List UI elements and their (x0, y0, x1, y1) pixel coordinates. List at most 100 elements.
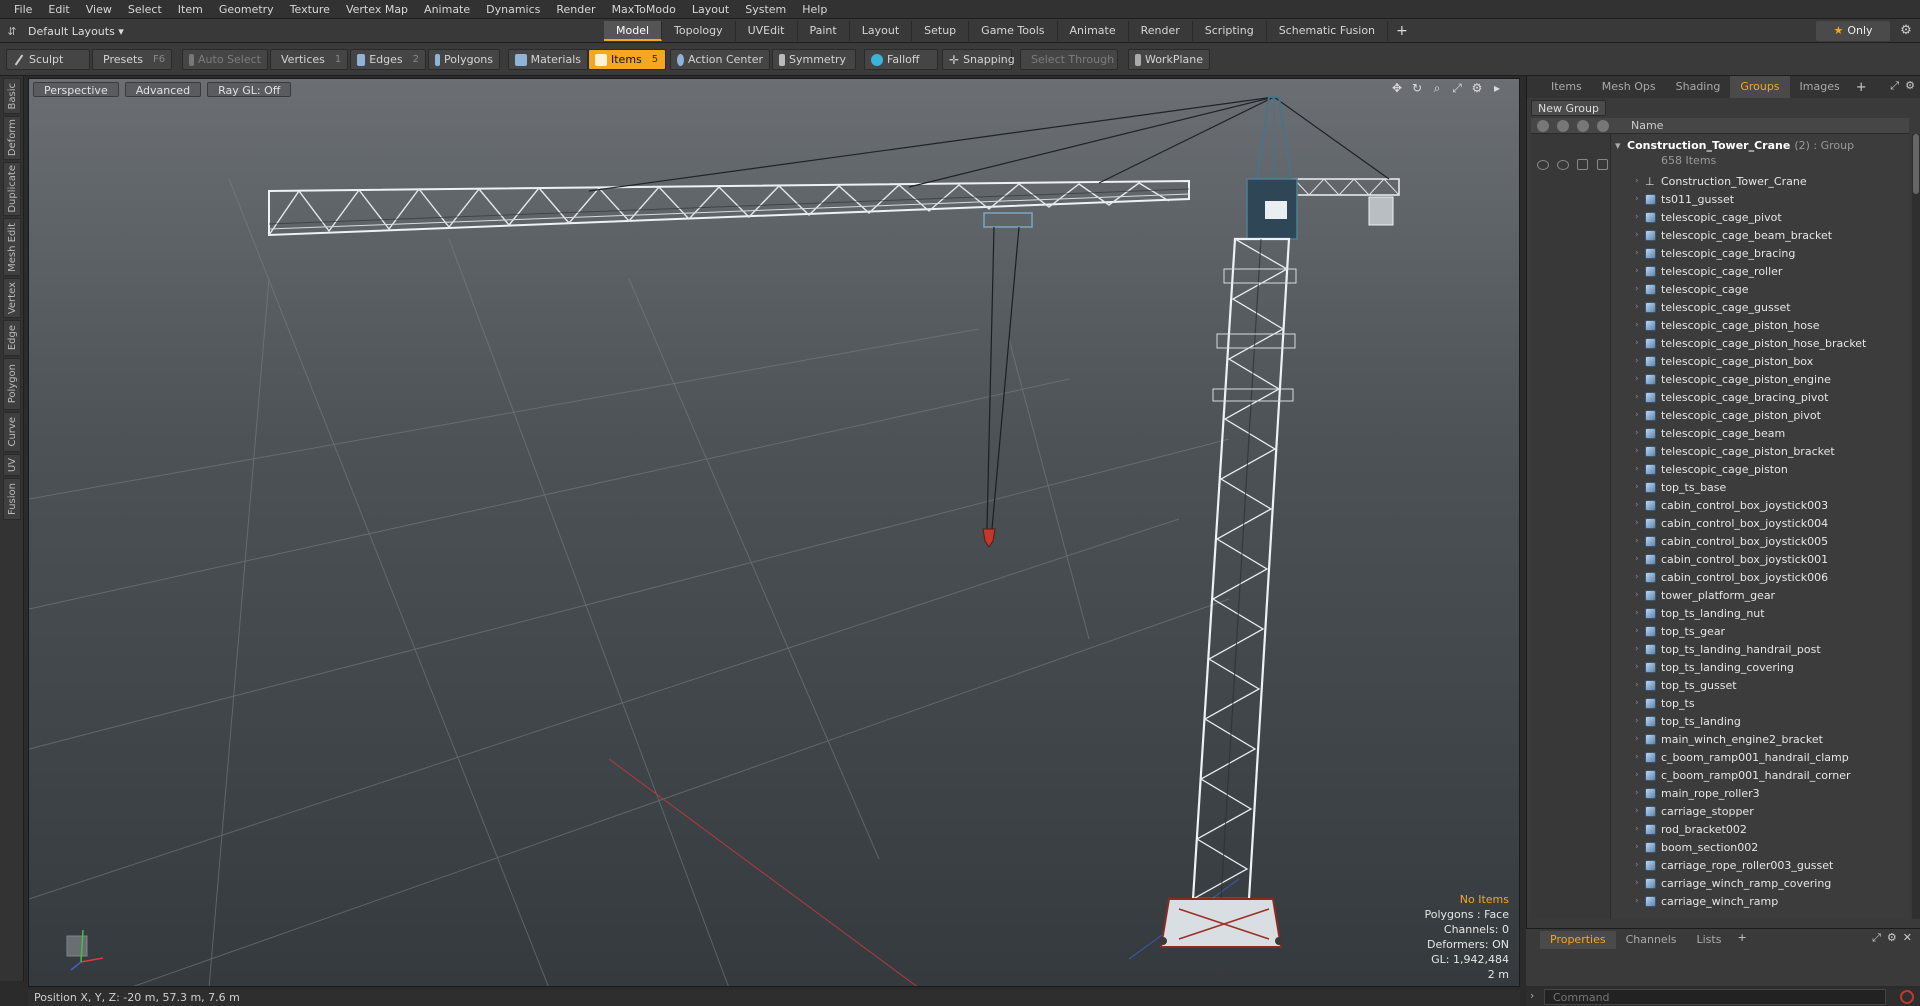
side-tab-duplicate[interactable]: Duplicate (3, 162, 21, 216)
tree-scrollbar[interactable] (1912, 134, 1920, 919)
expand-arrow-icon[interactable]: › (1635, 284, 1645, 294)
properties-tab-properties[interactable]: Properties (1540, 931, 1616, 949)
expand-arrow-icon[interactable]: › (1635, 644, 1645, 654)
side-tab-uv[interactable]: UV (3, 454, 21, 476)
expand-arrow-icon[interactable]: › (1635, 176, 1645, 186)
sculpt-button[interactable]: Sculpt (6, 49, 90, 70)
list-item[interactable]: › telescopic_cage_bracing (1635, 244, 1795, 262)
list-item[interactable]: › telescopic_cage_beam (1635, 424, 1785, 442)
menu-texture[interactable]: Texture (282, 0, 338, 19)
command-input[interactable] (1544, 989, 1886, 1005)
add-tab-icon[interactable]: + (1388, 21, 1416, 41)
list-item[interactable]: › top_ts_landing_handrail_post (1635, 640, 1821, 658)
tab-uvedit[interactable]: UVEdit (736, 21, 798, 41)
list-item[interactable]: › telescopic_cage_pivot (1635, 208, 1782, 226)
symmetry-button[interactable]: Symmetry (772, 49, 856, 70)
menu-view[interactable]: View (78, 0, 120, 19)
tab-model[interactable]: Model (604, 21, 663, 41)
list-item[interactable]: › top_ts_gusset (1635, 676, 1737, 694)
menu-select[interactable]: Select (120, 0, 170, 19)
menu-item[interactable]: Item (170, 0, 211, 19)
panel-tab-shading[interactable]: Shading (1666, 76, 1731, 98)
perspective-button[interactable]: Perspective (33, 82, 119, 97)
polygons-button[interactable]: Polygons (428, 49, 500, 70)
materials-button[interactable]: Materials (508, 49, 588, 70)
3d-viewport[interactable]: Perspective Advanced Ray GL: Off ✥ ↻ ⌕ ⤢… (28, 78, 1520, 987)
expand-arrow-icon[interactable]: › (1635, 410, 1645, 420)
expand-icon[interactable]: ⤢ (1872, 931, 1881, 945)
action-center-button[interactable]: Action Center (670, 49, 770, 70)
tab-setup[interactable]: Setup (912, 21, 970, 41)
list-item[interactable]: › tower_platform_gear (1635, 586, 1775, 604)
tab-layout[interactable]: Layout (850, 21, 913, 41)
menu-animate[interactable]: Animate (416, 0, 478, 19)
workplane-button[interactable]: WorkPlane (1128, 49, 1210, 70)
menu-vertex-map[interactable]: Vertex Map (338, 0, 416, 19)
list-item[interactable]: › cabin_control_box_joystick001 (1635, 550, 1828, 568)
expand-arrow-icon[interactable]: › (1635, 572, 1645, 582)
expand-arrow-icon[interactable]: › (1635, 302, 1645, 312)
layout-arrows-icon[interactable]: ⇵ (4, 25, 20, 38)
group-row[interactable]: ▾ Construction_Tower_Crane (2) : Group (1615, 136, 1854, 154)
list-item[interactable]: › telescopic_cage_bracing_pivot (1635, 388, 1828, 406)
zoom-icon[interactable]: ⌕ (1429, 81, 1445, 96)
render-eye-icon[interactable] (1557, 160, 1569, 170)
properties-tab-channels[interactable]: Channels (1616, 931, 1687, 949)
list-item[interactable]: › telescopic_cage_gusset (1635, 298, 1791, 316)
list-item[interactable]: › telescopic_cage_piston (1635, 460, 1788, 478)
gear-icon[interactable]: ⚙ (1896, 21, 1916, 41)
name-column-header[interactable]: Name (1631, 118, 1663, 134)
tab-render[interactable]: Render (1129, 21, 1193, 41)
menu-edit[interactable]: Edit (40, 0, 77, 19)
menu-geometry[interactable]: Geometry (211, 0, 282, 19)
visibility-column-icon[interactable] (1537, 120, 1549, 132)
pan-icon[interactable]: ✥ (1389, 81, 1405, 96)
expand-arrow-icon[interactable]: › (1635, 680, 1645, 690)
list-item[interactable]: › telescopic_cage_piston_bracket (1635, 442, 1835, 460)
fit-icon[interactable]: ⤢ (1449, 81, 1465, 96)
expand-arrow-icon[interactable]: › (1635, 734, 1645, 744)
menu-dynamics[interactable]: Dynamics (478, 0, 548, 19)
rotate-icon[interactable]: ↻ (1409, 81, 1425, 96)
lock-checkbox[interactable] (1577, 159, 1588, 170)
expand-arrow-icon[interactable]: › (1635, 428, 1645, 438)
side-tab-curve[interactable]: Curve (3, 412, 21, 452)
lock-column-icon[interactable] (1577, 120, 1589, 132)
side-tab-fusion[interactable]: Fusion (3, 478, 21, 520)
menu-system[interactable]: System (737, 0, 794, 19)
list-item[interactable]: › carriage_winch_ramp_covering (1635, 874, 1831, 892)
presets-button[interactable]: Presets F6 (92, 49, 172, 70)
expand-arrow-icon[interactable]: › (1635, 698, 1645, 708)
list-item[interactable]: › telescopic_cage_beam_bracket (1635, 226, 1832, 244)
expand-arrow-icon[interactable]: › (1635, 392, 1645, 402)
layout-preset-dropdown[interactable]: ⇵ Default Layouts ▾ (4, 22, 123, 40)
expand-arrow-icon[interactable]: › (1635, 806, 1645, 816)
edges-button[interactable]: Edges 2 (350, 49, 426, 70)
select-through-button[interactable]: Select Through (1020, 49, 1118, 70)
properties-tab-lists[interactable]: Lists (1687, 931, 1732, 949)
list-item[interactable]: › top_ts_landing_nut (1635, 604, 1765, 622)
list-item[interactable]: › carriage_rope_roller003_gusset (1635, 856, 1833, 874)
list-item[interactable]: › carriage_stopper (1635, 802, 1754, 820)
auto-select-button[interactable]: Auto Select (182, 49, 268, 70)
raygl-button[interactable]: Ray GL: Off (207, 82, 292, 97)
list-item[interactable]: › telescopic_cage_roller (1635, 262, 1782, 280)
list-item[interactable]: › telescopic_cage (1635, 280, 1749, 298)
expand-arrow-icon[interactable]: › (1635, 860, 1645, 870)
expand-arrow-icon[interactable]: › (1635, 320, 1645, 330)
snapping-button[interactable]: ✛ Snapping (942, 49, 1015, 70)
select-checkbox[interactable] (1597, 159, 1608, 170)
add-panel-tab-icon[interactable]: + (1850, 80, 1873, 95)
select-column-icon[interactable] (1597, 120, 1609, 132)
eye-icon[interactable] (1537, 160, 1549, 170)
expand-arrow-icon[interactable]: › (1635, 248, 1645, 258)
list-item[interactable]: › ts011_gusset (1635, 190, 1734, 208)
add-properties-tab-icon[interactable]: + (1731, 931, 1752, 949)
expand-arrow-icon[interactable]: › (1635, 500, 1645, 510)
expand-arrow-icon[interactable]: › (1635, 230, 1645, 240)
side-tab-mesh-edit[interactable]: Mesh Edit (3, 218, 21, 276)
expand-arrow-icon[interactable]: › (1635, 626, 1645, 636)
menu-layout[interactable]: Layout (684, 0, 737, 19)
expand-arrow-icon[interactable]: › (1635, 752, 1645, 762)
expand-arrow-icon[interactable]: › (1635, 374, 1645, 384)
